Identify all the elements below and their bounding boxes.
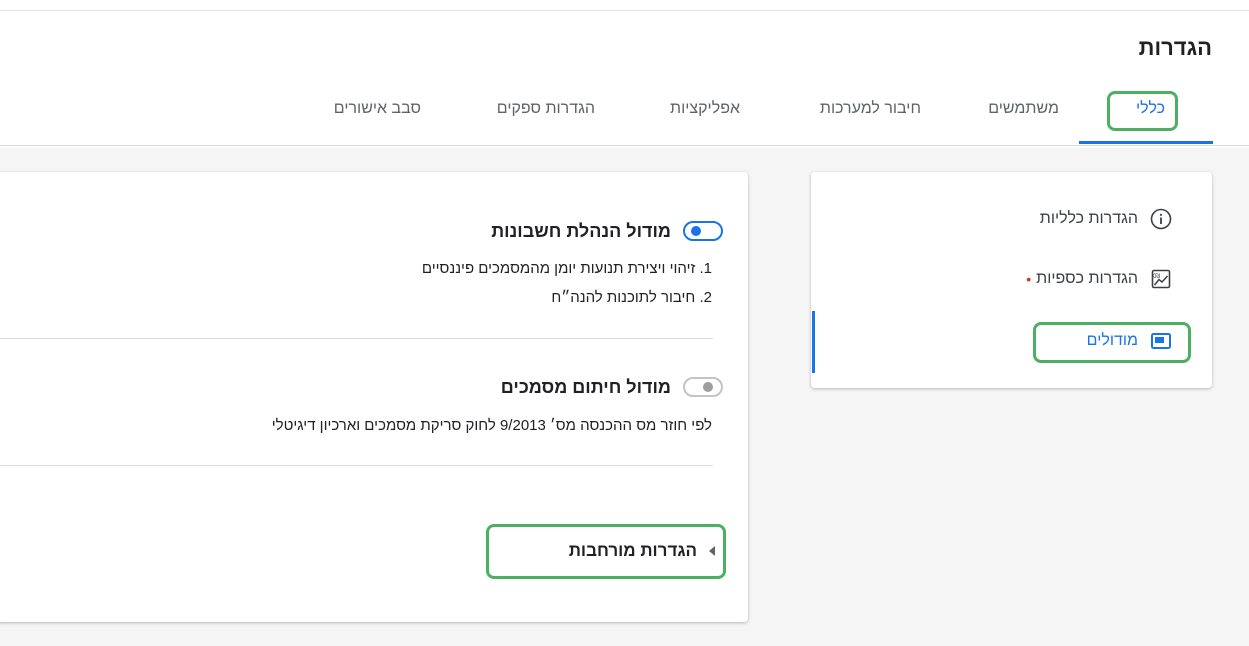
sidebar-item-label: מודולים [1086,332,1138,349]
required-indicator: • [1026,271,1032,287]
tab-apps[interactable]: אפליקציות [670,90,740,146]
info-icon [1150,208,1172,230]
sidebar-item-label: הגדרות כלליות [1039,210,1138,227]
active-tab-indicator [1079,141,1213,144]
sidebar-item-modules[interactable]: מודולים [1087,326,1172,356]
accounting-module-toggle[interactable] [683,221,723,241]
sidebar-item-financial-settings[interactable]: ₪K הגדרות כספיות • [1026,264,1172,294]
active-sidebar-indicator [812,311,815,373]
advanced-settings-label: הגדרות מורחבות [568,541,697,560]
sidebar-item-label: הגדרות כספיות [1036,270,1138,287]
signing-module-toggle[interactable] [683,377,723,397]
page-title: הגדרות [1138,35,1212,60]
tab-general[interactable]: כללי [1136,90,1165,146]
header: הגדרות כללי משתמשים חיבור למערכות אפליקצ… [0,0,1249,148]
signing-module-title: מודול חיתום מסמכים [500,376,671,397]
advanced-settings-button[interactable]: הגדרות מורחבות [569,536,715,566]
module-divider [0,338,713,339]
module-divider [0,465,713,466]
tab-approval-flow[interactable]: סבב אישורים [334,90,421,146]
accounting-module-title: מודול הנהלת חשבונות [491,220,671,241]
caret-left-icon [709,546,715,556]
settings-sidebar: הגדרות כלליות ₪K הגדרות כספיות • מודולים [811,172,1212,388]
sidebar-item-general-settings[interactable]: הגדרות כלליות [1040,204,1172,234]
tab-vendor-settings[interactable]: הגדרות ספקים [497,90,595,146]
finance-chart-icon: ₪K [1151,269,1171,289]
signing-module-header: מודול חיתום מסמכים [501,373,723,401]
accounting-module-line-2: 2. חיבור לתוכנות להנה״ח [551,289,712,306]
accounting-module-line-1: 1. זיהוי ויצירת תנועות יומן מהמסמכים פינ… [421,260,712,277]
tab-users[interactable]: משתמשים [988,90,1059,146]
tab-bar: כללי משתמשים חיבור למערכות אפליקציות הגד… [0,90,1249,146]
svg-text:₪K: ₪K [1151,273,1160,280]
accounting-module-header: מודול הנהלת חשבונות [491,217,723,245]
signing-module-description: לפי חוזר מס ההכנסה מס׳ 9/2013 לחוק סריקת… [271,417,712,434]
tab-integrations[interactable]: חיבור למערכות [820,90,921,146]
module-window-icon [1151,333,1171,349]
top-divider [0,10,1249,11]
